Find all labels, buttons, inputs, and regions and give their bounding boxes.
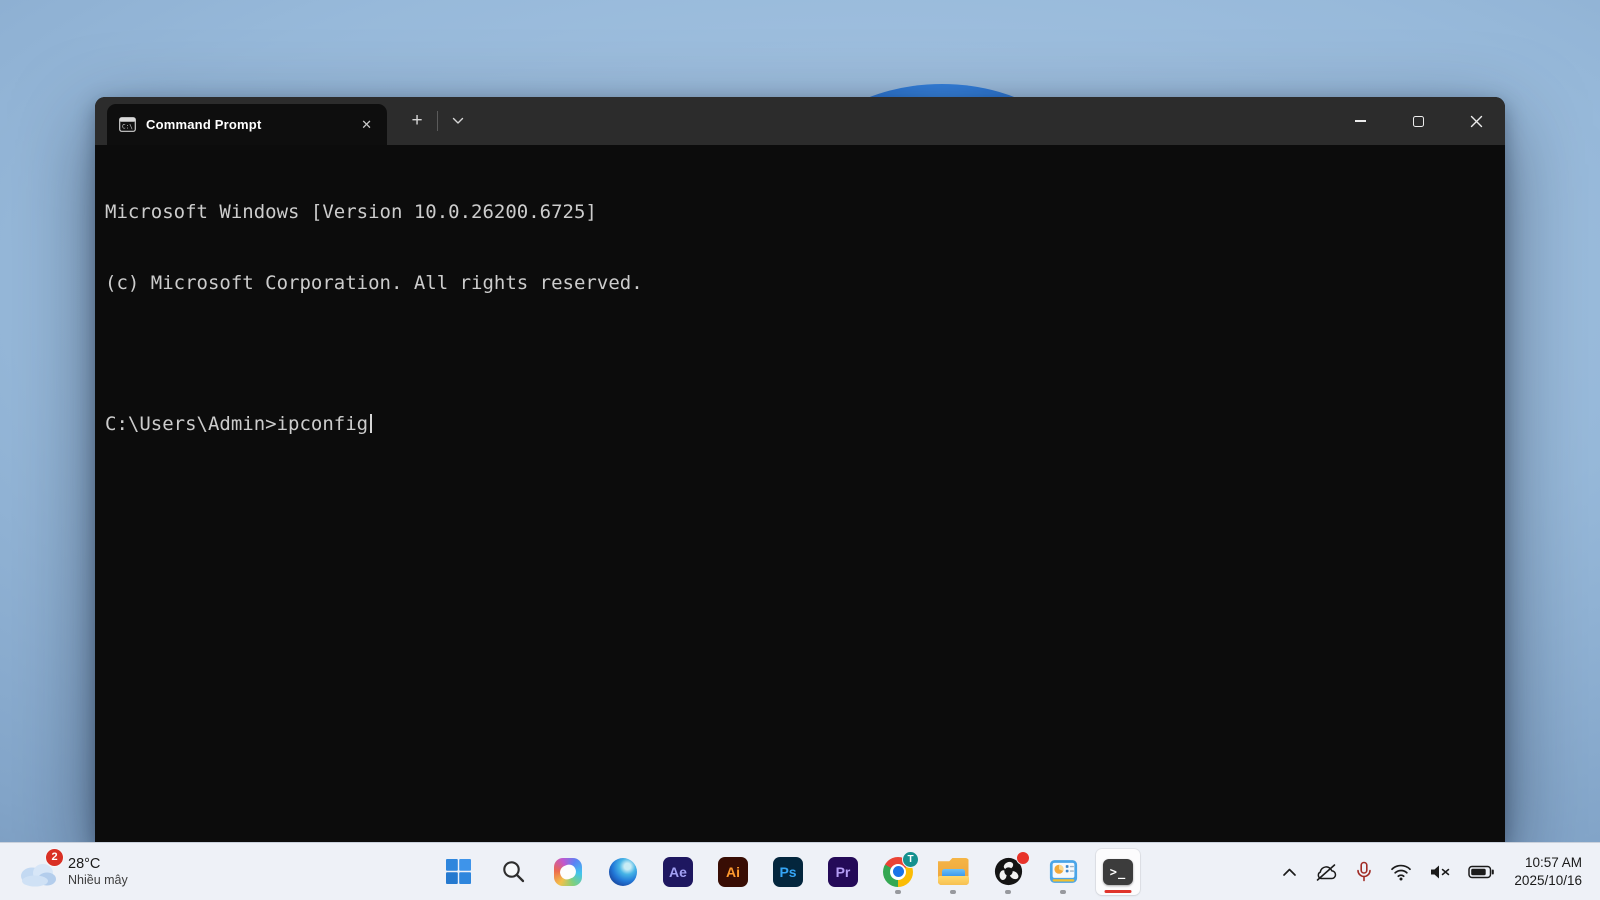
terminal-window: C:\ Command Prompt ✕ + Microsoft Windows… [95, 97, 1505, 843]
running-indicator [950, 890, 956, 894]
terminal-titlebar[interactable]: C:\ Command Prompt ✕ + [95, 97, 1505, 145]
hidden-icons-button[interactable] [1273, 843, 1305, 900]
weather-condition: Nhiều mây [68, 873, 128, 887]
file-explorer-icon [937, 858, 969, 885]
obs-button[interactable] [986, 849, 1030, 895]
cmd-icon: C:\ [119, 117, 136, 132]
copilot-icon [554, 857, 582, 886]
minimize-button[interactable] [1331, 97, 1389, 145]
weather-temperature: 28°C [68, 856, 101, 872]
wifi-button[interactable] [1381, 843, 1420, 900]
notification-badge: 2 [45, 847, 64, 867]
system-monitor-button[interactable] [1041, 849, 1085, 895]
chevron-up-icon [1283, 868, 1296, 876]
clock-time: 10:57 AM [1524, 855, 1582, 870]
running-indicator [1060, 890, 1066, 894]
system-tray: 10:57 AM 2025/10/16 [1273, 843, 1600, 900]
search-button[interactable] [491, 849, 535, 895]
volume-muted-icon [1430, 865, 1450, 878]
cloud-off-icon [1316, 863, 1337, 881]
terminal-prompt-line: C:\Users\Admin>ipconfig [105, 413, 1495, 437]
microphone-icon [1357, 861, 1371, 881]
terminal-output[interactable]: Microsoft Windows [Version 10.0.26200.67… [95, 145, 1505, 492]
weather-widget[interactable]: 2 28°C Nhiều mây [8, 843, 138, 900]
onedrive-status-button[interactable] [1305, 843, 1346, 900]
titlebar-drag-area[interactable] [478, 97, 1331, 145]
photoshop-button[interactable]: Ps [766, 849, 810, 895]
file-explorer-button[interactable] [931, 849, 975, 895]
after-effects-button[interactable]: Ae [656, 849, 700, 895]
tab-dropdown-button[interactable] [438, 97, 478, 145]
maximize-button[interactable] [1389, 97, 1447, 145]
taskbar-apps: Ae Ai Ps Pr T >_ [436, 843, 1140, 900]
battery-button[interactable] [1459, 843, 1502, 900]
taskbar: 2 28°C Nhiều mây Ae Ai Ps Pr T >_ 10:57 … [0, 842, 1600, 900]
system-monitor-icon [1049, 860, 1077, 883]
clock-date: 2025/10/16 [1514, 872, 1582, 888]
search-icon [502, 861, 524, 883]
microphone-status-button[interactable] [1346, 843, 1381, 900]
obs-notification-dot [1015, 851, 1030, 865]
volume-button[interactable] [1420, 843, 1459, 900]
photoshop-icon: Ps [773, 856, 803, 887]
illustrator-icon: Ai [718, 856, 748, 887]
windows-start-icon [445, 859, 471, 884]
chrome-profile-badge: T [902, 850, 919, 868]
running-indicator [1005, 890, 1011, 894]
premiere-icon: Pr [828, 856, 858, 887]
desktop: C:\ Command Prompt ✕ + Microsoft Windows… [0, 0, 1600, 900]
terminal-app-button[interactable]: >_ [1096, 848, 1140, 895]
running-indicator [895, 890, 901, 894]
new-tab-button[interactable]: + [397, 97, 437, 145]
text-cursor [370, 413, 373, 433]
edge-icon [609, 857, 637, 886]
chrome-button[interactable]: T [876, 849, 920, 895]
illustrator-button[interactable]: Ai [711, 849, 755, 895]
tab-close-icon[interactable]: ✕ [356, 115, 377, 135]
terminal-line: (c) Microsoft Corporation. All rights re… [105, 271, 643, 294]
tab-title: Command Prompt [146, 117, 262, 132]
minimize-icon [1354, 120, 1366, 122]
battery-icon [1468, 865, 1494, 878]
clock[interactable]: 10:57 AM 2025/10/16 [1514, 854, 1582, 889]
maximize-icon [1412, 115, 1424, 127]
active-window-indicator [1104, 889, 1132, 893]
terminal-line: Microsoft Windows [Version 10.0.26200.67… [105, 201, 597, 223]
premiere-button[interactable]: Pr [821, 849, 865, 895]
close-icon [1470, 115, 1482, 127]
edge-button[interactable] [601, 849, 645, 895]
start-button[interactable] [436, 849, 480, 895]
copilot-button[interactable] [546, 849, 590, 895]
terminal-app-icon: >_ [1103, 858, 1133, 885]
close-button[interactable] [1447, 97, 1505, 145]
wifi-icon [1391, 864, 1411, 880]
after-effects-icon: Ae [663, 856, 693, 887]
svg-text:C:\: C:\ [122, 124, 133, 131]
terminal-prompt-text: C:\Users\Admin>ipconfig [105, 412, 369, 435]
chevron-down-icon [452, 117, 464, 124]
tab-command-prompt[interactable]: C:\ Command Prompt ✕ [107, 104, 387, 145]
